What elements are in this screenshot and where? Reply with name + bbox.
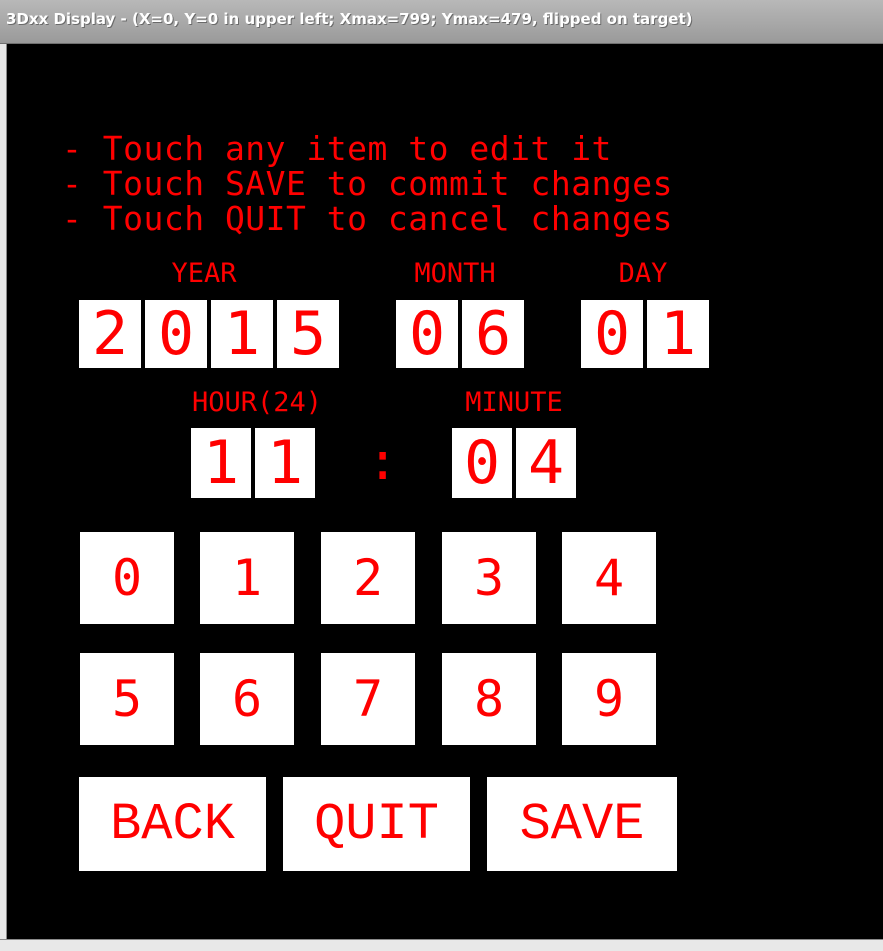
day-digit-2[interactable]: 1 [647,299,709,369]
minute-digit-1[interactable]: 0 [452,428,512,498]
key-8[interactable]: 8 [442,653,536,745]
display-window: 3Dxx Display - (X=0, Y=0 in upper left; … [0,0,883,951]
window-frame-left [0,44,7,951]
key-6[interactable]: 6 [200,653,294,745]
hour-label: HOUR(24) [191,387,323,418]
key-7[interactable]: 7 [321,653,415,745]
month-label: MONTH [414,258,496,289]
window-frame-bottom [0,939,883,951]
month-digit-2[interactable]: 6 [462,299,524,369]
day-digit-1[interactable]: 0 [581,299,643,369]
save-button[interactable]: SAVE [487,777,677,871]
key-1[interactable]: 1 [200,532,294,624]
day-label: DAY [618,258,668,289]
key-4[interactable]: 4 [562,532,656,624]
hour-digit-2[interactable]: 1 [255,428,315,498]
back-button[interactable]: BACK [79,777,266,871]
key-2[interactable]: 2 [321,532,415,624]
key-5[interactable]: 5 [80,653,174,745]
instruction-line-save: - Touch SAVE to commit changes [62,164,674,203]
title-bar[interactable]: 3Dxx Display - (X=0, Y=0 in upper left; … [0,0,883,44]
instruction-line-quit: - Touch QUIT to cancel changes [62,199,674,238]
key-9[interactable]: 9 [562,653,656,745]
key-3[interactable]: 3 [442,532,536,624]
minute-label: MINUTE [465,387,563,418]
year-label: YEAR [171,258,237,289]
month-digit-1[interactable]: 0 [396,299,458,369]
hour-digit-1[interactable]: 1 [191,428,251,498]
display-screen: - Touch any item to edit it - Touch SAVE… [7,44,883,939]
minute-digit-2[interactable]: 4 [516,428,576,498]
quit-button[interactable]: QUIT [283,777,470,871]
instruction-line-edit: - Touch any item to edit it [62,129,612,168]
window-title: 3Dxx Display - (X=0, Y=0 in upper left; … [6,10,693,28]
time-separator: : [367,432,399,492]
year-digit-1[interactable]: 2 [79,299,141,369]
key-0[interactable]: 0 [80,532,174,624]
year-digit-4[interactable]: 5 [277,299,339,369]
year-digit-3[interactable]: 1 [211,299,273,369]
year-digit-2[interactable]: 0 [145,299,207,369]
